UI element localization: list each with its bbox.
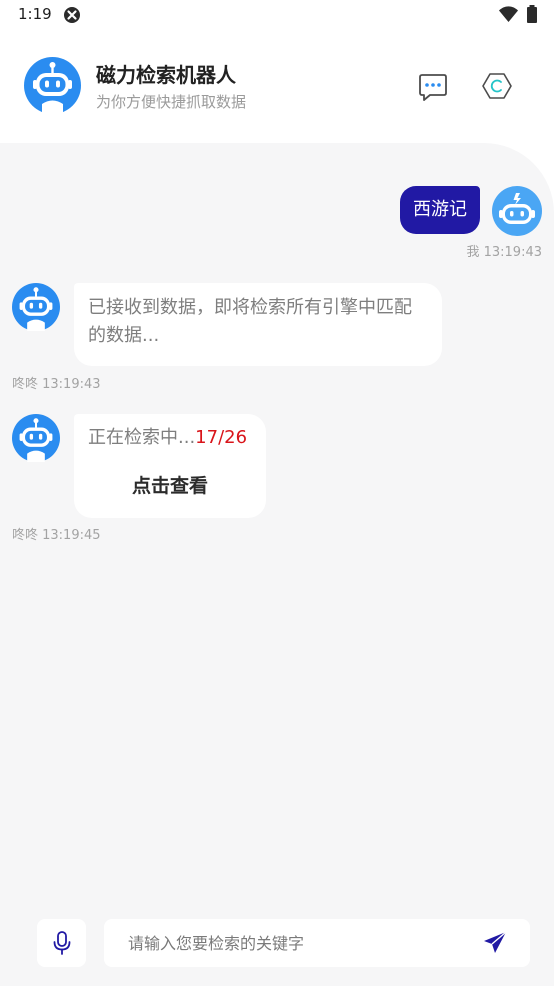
user-message-bubble[interactable]: 西游记: [400, 186, 480, 234]
status-bar: 1:19: [0, 0, 554, 32]
progress-count: 17/26: [195, 427, 248, 448]
search-input[interactable]: [128, 919, 468, 967]
screen: 1:19 磁力检索机器人 为你方便快捷抓取数据 西游记 我 13:19:43 已…: [0, 0, 554, 986]
status-time: 1:19: [18, 5, 52, 23]
progress-text: 正在检索中...: [88, 427, 196, 448]
hexagon-icon[interactable]: [482, 71, 512, 101]
chat-area[interactable]: 西游记 我 13:19:43 已接收到数据，即将检索所有引擎中匹配的数据...: [0, 143, 554, 986]
user-message-meta: 我 13:19:43: [466, 245, 542, 260]
user-avatar-icon[interactable]: [492, 186, 542, 236]
robot-icon: [24, 57, 81, 114]
mic-button[interactable]: [37, 919, 86, 967]
battery-icon: [527, 5, 537, 23]
send-icon[interactable]: [482, 930, 508, 956]
bot-progress-bubble: 正在检索中...17/26 点击查看: [74, 414, 266, 518]
microphone-icon: [53, 931, 71, 955]
view-results-button[interactable]: 点击查看: [88, 472, 252, 500]
page-title: 磁力检索机器人: [96, 63, 236, 87]
bot-message-meta: 咚咚 13:19:45: [12, 528, 101, 543]
robot-icon: [12, 414, 60, 462]
search-input-container: [104, 919, 530, 967]
header: 磁力检索机器人 为你方便快捷抓取数据: [0, 32, 554, 144]
robot-icon: [12, 283, 60, 331]
page-subtitle: 为你方便快捷抓取数据: [96, 93, 247, 111]
bot-message-meta: 咚咚 13:19:43: [12, 377, 101, 392]
chat-bubble-icon[interactable]: [418, 72, 448, 102]
bot-message-bubble[interactable]: 已接收到数据，即将检索所有引擎中匹配的数据...: [74, 283, 442, 366]
wifi-icon: [499, 6, 518, 22]
circle-x-icon: [64, 7, 80, 23]
